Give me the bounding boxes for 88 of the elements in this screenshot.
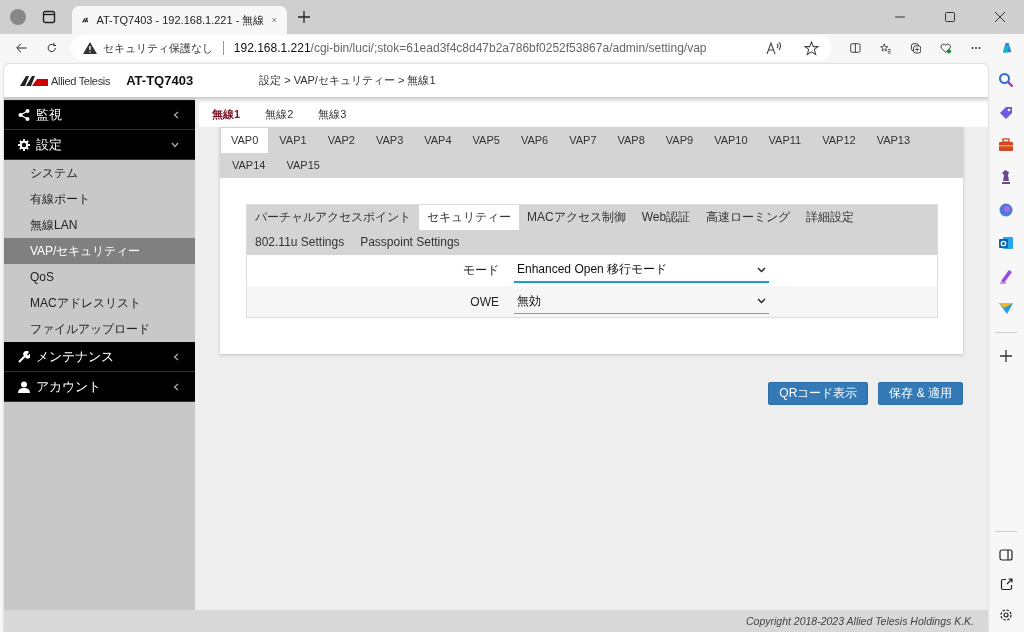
sidebar-item[interactable]: ファイルアップロード (4, 316, 195, 342)
vap-tab[interactable]: VAP0 (221, 128, 269, 153)
chevron-left-icon (173, 110, 179, 119)
toolbox-icon[interactable] (998, 138, 1014, 152)
more-icon[interactable] (970, 46, 981, 50)
sidebar-group[interactable]: 設定 (4, 130, 195, 160)
chevron-down-icon (757, 298, 766, 304)
field-label: モード (462, 262, 499, 279)
new-tab-icon[interactable] (297, 10, 311, 24)
dropdown[interactable]: Enhanced Open 移行モード (514, 258, 769, 283)
back-icon[interactable] (16, 41, 28, 55)
sidebar-group[interactable]: アカウント (4, 372, 195, 402)
browser-tab[interactable]: AT-TQ7403 - 192.168.1.221 - 無線 (72, 6, 287, 34)
action-button[interactable]: QRコード表示 (768, 382, 869, 405)
section-tab[interactable]: 高速ローミング (698, 205, 799, 230)
chevron-down-icon (171, 141, 179, 148)
split-screen-icon[interactable] (849, 41, 861, 55)
vap-tab[interactable]: VAP4 (414, 128, 462, 153)
sphere-icon[interactable] (998, 202, 1014, 218)
model-name: AT-TQ7403 (126, 73, 194, 88)
maximize-icon[interactable] (944, 11, 956, 23)
vap-tab[interactable]: VAP11 (758, 128, 812, 153)
field-label: OWE (469, 294, 499, 309)
vap-tab[interactable]: VAP6 (510, 128, 559, 153)
heart-check-icon[interactable] (940, 40, 952, 56)
sidebar-item[interactable]: 無線LAN (4, 212, 195, 238)
search-icon[interactable] (998, 72, 1014, 88)
sidebar-item[interactable]: システム (4, 160, 195, 186)
url-text: 192.168.1.221/cgi-bin/luci/;stok=61ead3f4c8d47b2a786bf0252f53867a/admin/setting/vap (233, 41, 707, 55)
mail-app-icon[interactable] (998, 235, 1014, 251)
favorite-star-icon[interactable] (803, 40, 819, 56)
address-field[interactable]: セキュリティ保護なし 192.168.1.221/cgi-bin/luci/;stok=61ead3f4c8d47b2a786bf0252f53867a/admin/setting/vap (70, 35, 831, 61)
radio-tab[interactable]: 無線1 (199, 102, 253, 127)
external-link-icon[interactable] (999, 578, 1013, 591)
section-tab[interactable]: MACアクセス制御 (519, 205, 634, 230)
share-icon (18, 108, 30, 121)
user-icon (18, 380, 30, 393)
brand-logo: Allied Telesis (20, 74, 111, 87)
copyright-text: Copyright 2018-2023 Allied Telesis Holdings K.K. (745, 615, 974, 627)
vap-tab[interactable]: VAP14 (222, 153, 276, 178)
pen-icon[interactable] (998, 268, 1014, 284)
radio-tab[interactable]: 無線3 (305, 102, 359, 127)
vap-tab[interactable]: VAP3 (365, 128, 414, 153)
radio-tab[interactable]: 無線2 (252, 102, 306, 127)
gear-icon (18, 138, 30, 151)
section-tab[interactable]: 詳細設定 (798, 205, 863, 230)
sidebar-panel-icon[interactable] (999, 549, 1013, 561)
vap-tab[interactable]: VAP2 (317, 128, 365, 153)
section-tab[interactable]: 802.11u Settings (247, 230, 353, 255)
chess-piece-icon[interactable] (999, 169, 1013, 185)
sidebar-group[interactable]: メンテナンス (4, 342, 195, 372)
wrench-icon (18, 350, 30, 363)
sidebar-item[interactable]: VAP/セキュリティー (4, 238, 195, 264)
warning-icon (82, 42, 97, 54)
vap-tab[interactable]: VAP7 (559, 128, 607, 153)
paper-plane-icon[interactable] (998, 301, 1014, 315)
settings-icon[interactable] (999, 608, 1013, 622)
chevron-down-icon (757, 266, 766, 273)
vap-tab[interactable]: VAP1 (269, 128, 317, 153)
section-tab[interactable]: Web認証 (633, 205, 699, 230)
vap-tab[interactable]: VAP9 (655, 128, 704, 153)
security-label: セキュリティ保護なし (102, 40, 213, 56)
site-logo-icon (82, 15, 89, 25)
sidebar-group[interactable]: 監視 (4, 100, 195, 130)
action-button[interactable]: 保存 & 適用 (878, 382, 963, 405)
section-tab[interactable]: セキュリティー (419, 205, 519, 230)
read-aloud-icon[interactable] (765, 41, 782, 55)
tab-actions-icon[interactable] (42, 10, 56, 24)
chevron-left-icon (173, 382, 179, 391)
vap-tab[interactable]: VAP12 (812, 128, 866, 153)
section-tab[interactable]: バーチャルアクセスポイント (247, 205, 419, 230)
collections-icon[interactable] (909, 40, 922, 56)
vap-tab[interactable]: VAP15 (276, 153, 330, 178)
dropdown[interactable]: 無効 (514, 289, 769, 314)
vap-tab[interactable]: VAP8 (607, 128, 655, 153)
section-tab[interactable]: Passpoint Settings (352, 230, 468, 255)
vap-tab[interactable]: VAP10 (704, 128, 758, 153)
close-icon[interactable] (994, 11, 1006, 23)
breadcrumb: 設定 > VAP/セキュリティー > 無線1 (259, 73, 436, 88)
chevron-left-icon (173, 352, 179, 361)
vap-tab[interactable]: VAP5 (462, 128, 510, 153)
favorites-icon[interactable] (879, 40, 891, 56)
tag-icon[interactable] (998, 105, 1014, 121)
vap-tab[interactable]: VAP13 (866, 128, 921, 153)
add-icon[interactable] (1000, 350, 1012, 362)
sidebar-item[interactable]: MACアドレスリスト (4, 290, 195, 316)
sidebar-item[interactable]: 有線ポート (4, 186, 195, 212)
sidebar-item[interactable]: QoS (4, 264, 195, 290)
